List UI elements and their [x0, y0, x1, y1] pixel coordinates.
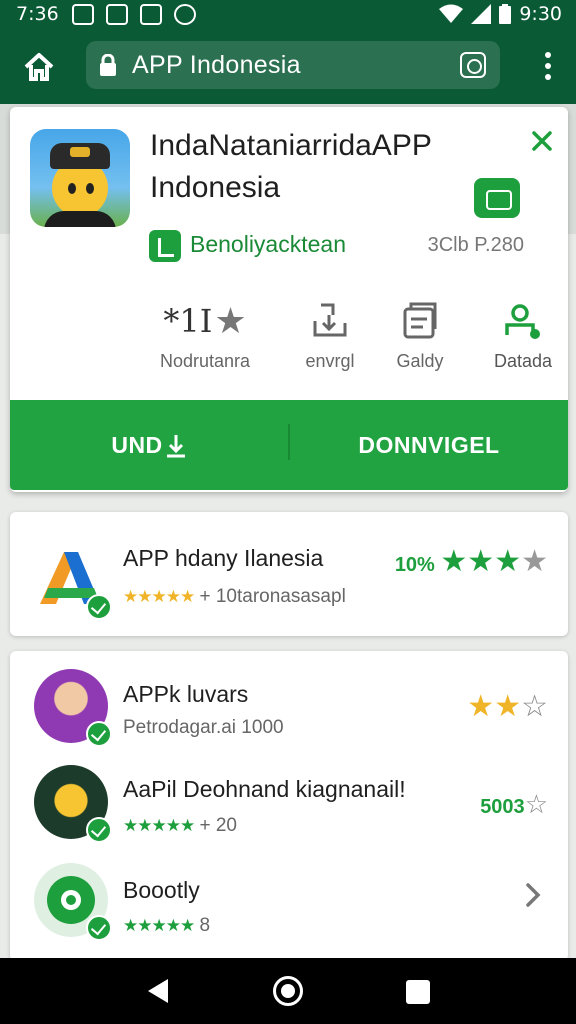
- browser-toolbar: APP Indonesia: [0, 30, 576, 104]
- data-safety-icon: [505, 304, 540, 339]
- app-icon: [30, 129, 130, 227]
- lock-icon: [100, 54, 116, 76]
- status-time: 7:36: [16, 3, 59, 25]
- list-item-title: AaPil Deohnand kiagnanail!: [123, 776, 406, 802]
- install-icon: [313, 303, 347, 337]
- close-icon[interactable]: [528, 127, 556, 155]
- wifi-icon: [439, 4, 464, 23]
- stat-data[interactable]: Datada: [485, 297, 561, 372]
- download-icon: [166, 435, 185, 458]
- address-bar[interactable]: APP Indonesia: [86, 41, 500, 89]
- url-text: APP Indonesia: [132, 51, 301, 79]
- related-rating-text: 10%: [394, 554, 435, 576]
- list-item-sub: ★★★★★ + 20: [123, 815, 237, 837]
- verified-badge-icon: [86, 817, 112, 843]
- stat-label: Nodrutanra: [159, 351, 251, 371]
- stat-gallery[interactable]: Galdy: [380, 297, 460, 372]
- download-notification-icon: [106, 4, 128, 25]
- star-icon: ★: [214, 300, 247, 341]
- app-title: IndaNataniarridaAPP Indonesia: [150, 125, 490, 209]
- block-notification-icon: [174, 4, 196, 25]
- download-button[interactable]: DONNVIGEL: [290, 400, 568, 490]
- rating-stars: ★★★★★: [123, 816, 195, 835]
- related-rating: 10% ★★★★: [395, 544, 548, 579]
- rating-stars: ★★★★★: [123, 587, 195, 606]
- list-item-rating: ★★☆: [467, 689, 548, 724]
- gallery-notification-icon: [72, 4, 94, 25]
- star-outline-icon: ☆: [524, 789, 548, 819]
- signal-icon: [471, 4, 492, 24]
- list-item-sub: ★★★★★ 8: [123, 915, 210, 937]
- stat-label: Galdy: [396, 351, 444, 371]
- related-app-sub: ★★★★★ + 10taronasasapl: [123, 586, 346, 608]
- status-bar: 7:36 9:30: [0, 0, 576, 30]
- avatar: [34, 669, 112, 747]
- rating-stars: ★★★★★: [123, 916, 195, 935]
- verified-badge-icon: [86, 915, 112, 941]
- list-item-count: + 20: [199, 815, 237, 836]
- home-circle-icon[interactable]: [273, 976, 303, 1006]
- rating-value: *1I: [163, 302, 213, 340]
- app-list-card: APPk luvars Petrodagar.ai 1000 ★★☆ AaPil…: [10, 651, 568, 961]
- list-item[interactable]: Boootly ★★★★★ 8: [10, 861, 568, 961]
- related-app-count: + 10taronasasapl: [199, 586, 346, 607]
- list-item[interactable]: APP hdany Ilanesia ★★★★★ + 10taronasasap…: [10, 524, 568, 624]
- overflow-menu-icon[interactable]: [544, 52, 552, 80]
- list-item-sub: Petrodagar.ai 1000: [123, 717, 284, 738]
- gallery-icon: [403, 302, 437, 339]
- list-item-right-text: 5003: [480, 796, 525, 818]
- app-detail-card: IndaNataniarridaAPP Indonesia Benoliyack…: [10, 107, 568, 492]
- list-item-title: APPk luvars: [123, 681, 249, 707]
- battery-icon: [499, 4, 512, 24]
- stat-install[interactable]: envrgl: [290, 297, 370, 372]
- related-app-card[interactable]: APP hdany Ilanesia ★★★★★ + 10taronasasap…: [10, 512, 568, 636]
- tab-switcher-icon[interactable]: [460, 52, 486, 78]
- status-clock: 9:30: [519, 3, 562, 25]
- avatar: [34, 765, 112, 843]
- recents-icon[interactable]: [406, 980, 430, 1004]
- star-icon: ★★★: [440, 545, 522, 578]
- message-notification-icon: [140, 4, 162, 25]
- undo-label: UND: [111, 431, 163, 458]
- list-item-rating: 5003☆: [480, 789, 548, 820]
- home-icon[interactable]: [22, 50, 56, 84]
- app-size: 3Clb P.280: [427, 234, 524, 256]
- list-item[interactable]: AaPil Deohnand kiagnanail! ★★★★★ + 20 50…: [10, 763, 568, 863]
- developer-icon: [149, 230, 181, 262]
- system-nav-bar: [0, 958, 576, 1024]
- list-item-count: 8: [199, 915, 211, 936]
- star-icon: ★: [521, 545, 548, 578]
- list-item-title: Boootly: [123, 877, 200, 903]
- star-outline-icon: ☆: [521, 690, 548, 723]
- verified-badge-icon: [86, 721, 112, 747]
- verified-badge-icon: [86, 594, 112, 620]
- stat-label: Datada: [493, 351, 553, 371]
- list-item[interactable]: APPk luvars Petrodagar.ai 1000 ★★☆: [10, 663, 568, 763]
- avatar: [34, 863, 112, 941]
- action-bar: UND DONNVIGEL: [10, 400, 568, 490]
- developer-name[interactable]: Benoliyacktean: [190, 231, 346, 258]
- app-logo-icon: [34, 542, 112, 620]
- share-button[interactable]: [474, 178, 520, 218]
- app-title-line2: Indonesia: [150, 171, 281, 204]
- undo-button[interactable]: UND: [10, 400, 288, 490]
- stat-rating[interactable]: *1I ★ Nodrutanra: [140, 297, 270, 372]
- chevron-right-icon[interactable]: [524, 881, 542, 909]
- app-title-line1: IndaNataniarridaAPP: [150, 129, 432, 162]
- app-stats: *1I ★ Nodrutanra envrgl Galdy Datada: [140, 297, 560, 377]
- related-app-title: APP hdany Ilanesia: [123, 545, 324, 571]
- back-icon[interactable]: [148, 979, 168, 1003]
- stat-label: envrgl: [305, 351, 355, 371]
- star-icon: ★★: [467, 690, 522, 723]
